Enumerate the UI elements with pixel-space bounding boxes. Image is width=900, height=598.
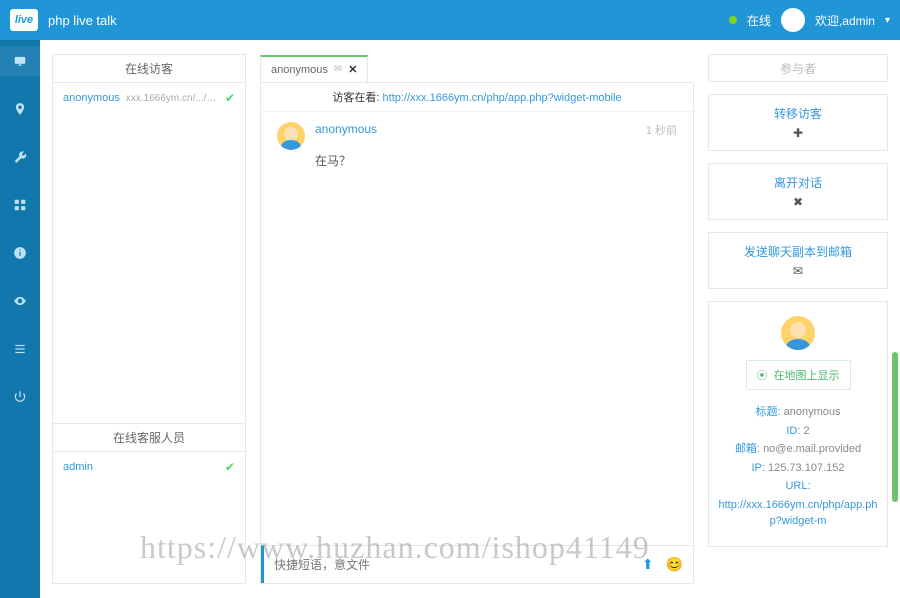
leave-conversation-button[interactable]: 离开对话 ✖ (708, 163, 888, 220)
chat-tab-label: anonymous (271, 64, 328, 76)
info-url-key: URL: (785, 480, 810, 492)
check-icon: ✔ (225, 460, 235, 474)
info-email-key: 邮箱: (735, 443, 760, 455)
pin-icon: ⦿ (757, 367, 768, 383)
message-text: 在马？ (315, 152, 677, 169)
right-column: 参与者 转移访客 ✚ 离开对话 ✖ 发送聊天副本到邮箱 ✉ ⦿ 在地图上显示 标… (708, 54, 888, 584)
close-icon[interactable]: ✕ (348, 63, 357, 76)
nav-power-icon[interactable] (0, 382, 40, 412)
chat-tab[interactable]: anonymous ✉ ✕ (260, 55, 368, 82)
app-title: php live talk (48, 13, 117, 28)
online-agents-header: 在线客服人员 (53, 424, 245, 452)
nav-chat-icon[interactable] (0, 46, 40, 76)
message-row: anonymous 1 秒前 在马？ (277, 122, 677, 169)
topbar: live php live talk 在线 欢迎,admin ▾ (0, 0, 900, 40)
visitor-viewing-label: 访客在看: (332, 92, 379, 104)
visitor-url: xxx.1666ym.cn/.../app... (126, 93, 219, 104)
transfer-label: 转移访客 (717, 105, 879, 122)
online-agents-panel: 在线客服人员 admin ✔ (53, 423, 245, 583)
message-input[interactable] (274, 558, 642, 572)
avatar-icon (277, 122, 305, 150)
check-icon: ✔ (225, 91, 235, 105)
input-area: ⬆ 😊 (261, 545, 693, 583)
info-email-val: no@e.mail.provided (763, 443, 861, 455)
nav-location-icon[interactable] (0, 94, 40, 124)
message-time: 1 秒前 (646, 122, 677, 138)
nav-eye-icon[interactable] (0, 286, 40, 316)
main-area: 在线访客 anonymous xxx.1666ym.cn/.../app... … (40, 40, 900, 598)
chat-tabs: anonymous ✉ ✕ (260, 54, 694, 82)
visitor-avatar-icon (781, 316, 815, 350)
nav-info-icon[interactable] (0, 238, 40, 268)
visitor-viewing-link[interactable]: http://xxx.1666ym.cn/php/app.php?widget-… (383, 92, 622, 104)
close-icon: ✖ (717, 195, 879, 209)
info-id-key: ID: (786, 425, 800, 437)
status-text[interactable]: 在线 (747, 12, 771, 29)
chat-body: anonymous 1 秒前 在马？ (261, 112, 693, 545)
info-title-val: anonymous (784, 406, 841, 418)
center-column: anonymous ✉ ✕ 访客在看: http://xxx.1666ym.cn… (260, 54, 694, 584)
plus-icon: ✚ (717, 126, 879, 140)
send-transcript-label: 发送聊天副本到邮箱 (717, 243, 879, 260)
nav-list-icon[interactable] (0, 334, 40, 364)
visitor-name: anonymous (63, 92, 120, 104)
online-visitors-header: 在线访客 (53, 55, 245, 83)
info-title-key: 标题: (756, 406, 781, 418)
transfer-visitor-button[interactable]: 转移访客 ✚ (708, 94, 888, 151)
topbar-right: 在线 欢迎,admin ▾ (729, 8, 890, 32)
info-id-val: 2 (804, 425, 810, 437)
agent-name: admin (63, 461, 93, 473)
visitor-info-card: ⦿ 在地图上显示 标题: anonymous ID: 2 邮箱: no@e.ma… (708, 301, 888, 547)
chevron-down-icon[interactable]: ▾ (885, 15, 890, 26)
emoji-icon[interactable]: 😊 (666, 556, 683, 573)
info-ip-val: 125.73.107.152 (768, 462, 844, 474)
envelope-icon: ✉ (717, 264, 879, 278)
nav-grid-icon[interactable] (0, 190, 40, 220)
participants-header: 参与者 (708, 54, 888, 82)
agent-row[interactable]: admin ✔ (53, 452, 245, 482)
online-visitors-panel: 在线访客 anonymous xxx.1666ym.cn/.../app... … (53, 55, 245, 423)
logo: live (10, 9, 38, 31)
nav-wrench-icon[interactable] (0, 142, 40, 172)
chat-box: 访客在看: http://xxx.1666ym.cn/php/app.php?w… (260, 82, 694, 584)
left-column: 在线访客 anonymous xxx.1666ym.cn/.../app... … (52, 54, 246, 584)
scrollbar[interactable] (892, 352, 898, 502)
welcome-text: 欢迎,admin (815, 12, 875, 29)
sidebar (0, 40, 40, 598)
status-dot-icon (729, 16, 737, 24)
show-on-map-button[interactable]: ⦿ 在地图上显示 (746, 360, 851, 390)
user-avatar-icon[interactable] (781, 8, 805, 32)
envelope-icon: ✉ (334, 64, 342, 75)
info-url-link[interactable]: http://xxx.1666ym.cn/php/app.php?widget-… (719, 499, 878, 528)
info-ip-key: IP: (752, 462, 765, 474)
leave-label: 离开对话 (717, 174, 879, 191)
upload-icon[interactable]: ⬆ (642, 556, 654, 573)
map-btn-label: 在地图上显示 (774, 367, 840, 383)
message-sender: anonymous (315, 122, 377, 138)
send-transcript-button[interactable]: 发送聊天副本到邮箱 ✉ (708, 232, 888, 289)
visitor-row[interactable]: anonymous xxx.1666ym.cn/.../app... ✔ (53, 83, 245, 113)
chat-header: 访客在看: http://xxx.1666ym.cn/php/app.php?w… (261, 83, 693, 112)
